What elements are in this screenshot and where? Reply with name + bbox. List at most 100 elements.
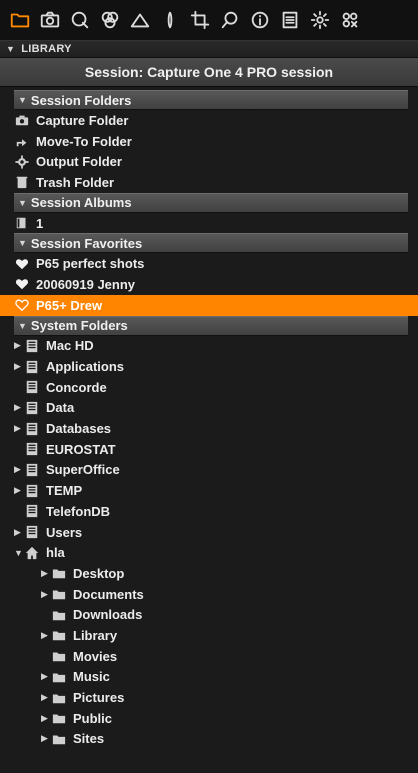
disclosure-collapsed-icon[interactable]: ▶ [14, 422, 24, 436]
disclosure-placeholder [14, 504, 24, 518]
system-folder-item[interactable]: TelefonDB [14, 501, 408, 522]
folder-small-icon [51, 587, 66, 601]
item-label: Applications [46, 359, 125, 375]
system-folder-item[interactable]: Downloads [14, 604, 408, 625]
list-icon[interactable] [276, 7, 303, 34]
section-header-system-folders[interactable]: ▼ System Folders [14, 315, 408, 336]
system-folder-item[interactable]: ▶ Music [14, 667, 408, 688]
session-folder-trash[interactable]: Trash Folder [14, 172, 408, 193]
collapse-triangle-icon: ▼ [18, 320, 27, 331]
album-item[interactable]: 1 [14, 213, 408, 234]
disclosure-collapsed-icon[interactable]: ▶ [14, 525, 24, 539]
system-folder-item[interactable]: ▶ SuperOffice [14, 460, 408, 481]
drive-icon [24, 360, 39, 374]
system-folder-item[interactable]: ▶ Sites [14, 729, 408, 750]
favorite-item[interactable]: P65 perfect shots [14, 253, 408, 274]
item-label: Downloads [73, 607, 143, 623]
system-folder-item[interactable]: ▶ Applications [14, 356, 408, 377]
folder-small-icon [51, 732, 66, 746]
session-folder-output[interactable]: Output Folder [14, 151, 408, 172]
drive-icon [24, 484, 39, 498]
loupe-icon[interactable] [216, 7, 243, 34]
home-icon [24, 546, 39, 560]
system-folder-item[interactable]: ▶ Library [14, 625, 408, 646]
item-label: Sites [73, 731, 105, 747]
system-folder-item[interactable]: ▶ Users [14, 522, 408, 543]
library-tree: ▼ Session Folders Capture Folder Move-To… [0, 87, 418, 749]
folder-small-icon [51, 628, 66, 642]
exposure-icon[interactable] [126, 7, 153, 34]
system-folder-item[interactable]: EUROSTAT [14, 439, 408, 460]
folder-small-icon [51, 566, 66, 580]
section-title: System Folders [30, 318, 128, 333]
disclosure-collapsed-icon[interactable]: ▶ [41, 628, 51, 642]
system-folder-item[interactable]: Movies [14, 646, 408, 667]
disclosure-collapsed-icon[interactable]: ▶ [41, 587, 51, 601]
item-label: Desktop [73, 565, 125, 581]
session-title-bar: Session: Capture One 4 PRO session [0, 58, 418, 87]
disclosure-expanded-icon[interactable]: ▼ [14, 546, 24, 560]
disclosure-collapsed-icon[interactable]: ▶ [14, 360, 24, 374]
disclosure-collapsed-icon[interactable]: ▶ [14, 463, 24, 477]
item-label: TelefonDB [46, 503, 111, 519]
section-header-session-folders[interactable]: ▼ Session Folders [14, 90, 408, 110]
library-header[interactable]: ▼ LIBRARY [0, 40, 418, 58]
folder-icon[interactable] [6, 7, 33, 34]
system-folder-item[interactable]: ▶ Data [14, 398, 408, 419]
item-label: SuperOffice [46, 462, 120, 478]
system-folder-item[interactable]: ▶ Desktop [14, 563, 408, 584]
favorite-item-selected[interactable]: P65+ Drew [0, 294, 418, 316]
section-header-session-albums[interactable]: ▼ Session Albums [14, 192, 408, 213]
heart-icon [14, 277, 29, 291]
system-folder-item[interactable]: ▶ Documents [14, 584, 408, 605]
collapse-triangle-icon: ▼ [18, 197, 27, 208]
disclosure-collapsed-icon[interactable]: ▶ [41, 670, 51, 684]
item-label: TEMP [46, 483, 83, 499]
item-label: Pictures [73, 690, 125, 706]
system-folder-item[interactable]: Concorde [14, 377, 408, 398]
item-label: Public [73, 710, 113, 726]
disclosure-collapsed-icon[interactable]: ▶ [41, 732, 51, 746]
batch-icon[interactable] [336, 7, 363, 34]
gear-icon[interactable] [306, 7, 333, 34]
disclosure-collapsed-icon[interactable]: ▶ [41, 711, 51, 725]
info-icon[interactable] [246, 7, 273, 34]
session-folder-move-to[interactable]: Move-To Folder [14, 131, 408, 152]
disclosure-placeholder [41, 649, 51, 663]
disclosure-collapsed-icon[interactable]: ▶ [14, 484, 24, 498]
session-folder-capture[interactable]: Capture Folder [14, 110, 408, 131]
crop-icon[interactable] [186, 7, 213, 34]
collapse-triangle-icon: ▼ [6, 44, 16, 54]
collapse-triangle-icon: ▼ [18, 95, 27, 105]
system-folder-item[interactable]: ▶ Databases [14, 418, 408, 439]
folder-small-icon [51, 670, 66, 684]
drive-icon [24, 339, 39, 353]
disclosure-collapsed-icon[interactable]: ▶ [41, 566, 51, 580]
lens-icon[interactable] [156, 7, 183, 34]
system-folder-item[interactable]: ▶ Public [14, 708, 408, 729]
disclosure-collapsed-icon[interactable]: ▶ [14, 401, 24, 415]
item-label: Movies [73, 648, 118, 664]
section-header-session-favorites[interactable]: ▼ Session Favorites [14, 233, 408, 254]
folder-small-icon [51, 649, 66, 663]
disclosure-collapsed-icon[interactable]: ▶ [41, 691, 51, 705]
camera-icon[interactable] [36, 7, 63, 34]
heart-icon [14, 257, 29, 271]
trash-icon [14, 175, 29, 189]
system-folder-item[interactable]: ▶ Pictures [14, 687, 408, 708]
item-label: Data [46, 400, 75, 416]
color-circles-icon[interactable] [96, 7, 123, 34]
item-label: Music [73, 669, 110, 685]
item-label: Trash Folder [36, 174, 115, 190]
system-folder-item[interactable]: ▼ hla [14, 542, 408, 563]
disclosure-collapsed-icon[interactable]: ▶ [14, 339, 24, 353]
system-folder-item[interactable]: ▶ TEMP [14, 480, 408, 501]
quality-icon[interactable] [66, 7, 93, 34]
section-title: Session Folders [30, 92, 132, 108]
system-folder-item[interactable]: ▶ Mac HD [14, 336, 408, 357]
album-icon [14, 216, 29, 230]
favorite-item[interactable]: 20060919 Jenny [14, 274, 408, 295]
folder-small-icon [51, 608, 66, 622]
item-label: P65+ Drew [36, 297, 103, 313]
item-label: Capture Folder [36, 112, 129, 128]
